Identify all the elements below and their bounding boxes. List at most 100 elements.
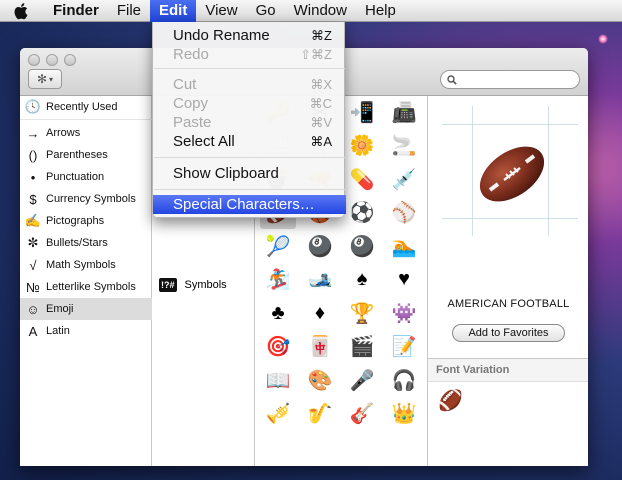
character-cell[interactable]: 🏂 [260, 264, 296, 296]
subcategory-symbols[interactable]: !?# Symbols [159, 278, 227, 292]
subcategory-label: Symbols [184, 279, 227, 291]
close-window-button[interactable] [28, 54, 40, 66]
menu-file[interactable]: File [108, 0, 150, 22]
latin-a-icon: A [28, 323, 38, 339]
sidebar-item-bullets-stars[interactable]: ✼ Bullets/Stars [20, 232, 152, 254]
search-field[interactable] [440, 70, 580, 89]
character-cell[interactable]: ⚾ [386, 197, 422, 229]
chevron-down-icon: ▾ [49, 74, 54, 84]
clock-icon: 🕓 [24, 99, 42, 114]
character-cell[interactable]: 🀄 [302, 331, 338, 363]
character-cell[interactable]: 🌼 [344, 130, 380, 162]
symbols-icon: !?# [159, 278, 177, 292]
edit-menu: Undo Rename ⌘Z Redo ⇧⌘Z Cut ⌘X Copy ⌘C P… [152, 22, 346, 218]
menu-item-label: Undo Rename [173, 27, 270, 44]
menu-item-label: Paste [173, 114, 212, 131]
character-cell[interactable]: 🎷 [302, 398, 338, 430]
menu-item-show-clipboard[interactable]: Show Clipboard [153, 164, 346, 183]
wallpaper-sparkle [598, 34, 608, 44]
character-cell[interactable]: 🎯 [260, 331, 296, 363]
character-cell[interactable]: 🎬 [344, 331, 380, 363]
menu-item-paste: Paste ⌘V [153, 113, 346, 132]
character-cell[interactable]: 📖 [260, 364, 296, 396]
character-cell[interactable]: 💊 [344, 163, 380, 195]
character-cell[interactable]: 📝 [386, 331, 422, 363]
menu-item-special-characters[interactable]: Special Characters… [153, 195, 346, 214]
category-sidebar: 🕓 Recently Used → Arrows () Parentheses … [20, 96, 152, 466]
add-to-favorites-button[interactable]: Add to Favorites [452, 324, 565, 342]
minimize-window-button[interactable] [46, 54, 58, 66]
american-football-icon [479, 146, 545, 202]
sidebar-item-label: Emoji [46, 303, 74, 315]
menu-window[interactable]: Window [285, 0, 356, 22]
zoom-window-button[interactable] [64, 54, 76, 66]
menu-item-redo: Redo ⇧⌘Z [153, 45, 346, 64]
sidebar-item-parentheses[interactable]: () Parentheses [20, 144, 152, 166]
character-cell[interactable]: ♣ [260, 297, 296, 329]
menu-item-label: Special Characters… [173, 196, 315, 213]
menu-separator [154, 157, 345, 158]
menu-item-shortcut: ⌘C [309, 96, 332, 111]
character-cell[interactable]: 👑 [386, 398, 422, 430]
sidebar-item-letterlike-symbols[interactable]: № Letterlike Symbols [20, 276, 152, 298]
sidebar-item-label: Arrows [46, 127, 81, 139]
sidebar-item-math-symbols[interactable]: √ Math Symbols [20, 254, 152, 276]
menu-view[interactable]: View [196, 0, 246, 22]
menu-item-label: Select All [173, 133, 235, 150]
star-icon: ✼ [27, 235, 39, 250]
menu-edit[interactable]: Edit [150, 0, 197, 22]
character-cell[interactable]: 🎨 [302, 364, 338, 396]
font-variation-item[interactable]: 🏈 [438, 388, 463, 413]
sidebar-item-emoji[interactable]: ☺ Emoji [20, 298, 152, 320]
menu-item-cut: Cut ⌘X [153, 75, 346, 94]
character-cell[interactable]: ♦ [302, 297, 338, 329]
sidebar-item-recently-used[interactable]: 🕓 Recently Used [20, 96, 152, 118]
sidebar-item-pictographs[interactable]: ✍ Pictographs [20, 210, 152, 232]
sidebar-item-label: Letterlike Symbols [46, 281, 136, 293]
menu-help[interactable]: Help [356, 0, 405, 22]
character-cell[interactable]: 🎺 [260, 398, 296, 430]
character-cell[interactable]: 🎿 [302, 264, 338, 296]
menu-item-label: Redo [173, 46, 209, 63]
character-cell[interactable]: 🎧 [386, 364, 422, 396]
character-cell[interactable]: 📲 [344, 96, 380, 128]
apple-menu-icon[interactable] [0, 0, 44, 22]
menu-item-undo-rename[interactable]: Undo Rename ⌘Z [153, 26, 346, 45]
menu-go[interactable]: Go [247, 0, 285, 22]
sidebar-item-label: Parentheses [46, 149, 108, 161]
menu-item-select-all[interactable]: Select All ⌘A [153, 132, 346, 151]
sidebar-item-punctuation[interactable]: • Punctuation [20, 166, 152, 188]
menu-item-label: Show Clipboard [173, 165, 279, 182]
menu-item-label: Copy [173, 95, 209, 112]
character-cell[interactable]: 👾 [386, 297, 422, 329]
character-cell[interactable]: 💉 [386, 163, 422, 195]
menu-finder[interactable]: Finder [44, 0, 108, 22]
character-cell[interactable]: 🎾 [260, 230, 296, 262]
character-cell[interactable]: 🎱 [344, 230, 380, 262]
character-cell[interactable]: ♥ [386, 264, 422, 296]
sidebar-item-label: Bullets/Stars [46, 237, 108, 249]
character-cell[interactable]: ⚽ [344, 197, 380, 229]
menu-item-copy: Copy ⌘C [153, 94, 346, 113]
menu-item-shortcut: ⌘X [310, 77, 332, 92]
character-name: AMERICAN FOOTBALL [447, 298, 570, 310]
character-cell[interactable]: ♠ [344, 264, 380, 296]
character-cell[interactable]: 📠 [386, 96, 422, 128]
menu-item-shortcut: ⌘A [310, 134, 332, 149]
sidebar-item-label: Punctuation [46, 171, 105, 183]
action-menu-button[interactable]: ✻ ▾ [28, 69, 62, 89]
character-cell[interactable]: 🏆 [344, 297, 380, 329]
sidebar-item-latin[interactable]: A Latin [20, 320, 152, 342]
menu-item-shortcut: ⌘Z [311, 28, 332, 43]
sidebar-divider [20, 119, 152, 120]
menu-separator [154, 189, 345, 190]
search-input[interactable] [461, 73, 571, 86]
sidebar-item-arrows[interactable]: → Arrows [20, 122, 152, 144]
sidebar-item-currency-symbols[interactable]: $ Currency Symbols [20, 188, 152, 210]
character-cell[interactable]: 🎤 [344, 364, 380, 396]
character-cell[interactable]: 🎱 [302, 230, 338, 262]
character-cell[interactable]: 🏊 [386, 230, 422, 262]
character-cell[interactable]: 🎸 [344, 398, 380, 430]
character-cell[interactable]: 🚬 [386, 130, 422, 162]
character-preview [442, 106, 578, 236]
